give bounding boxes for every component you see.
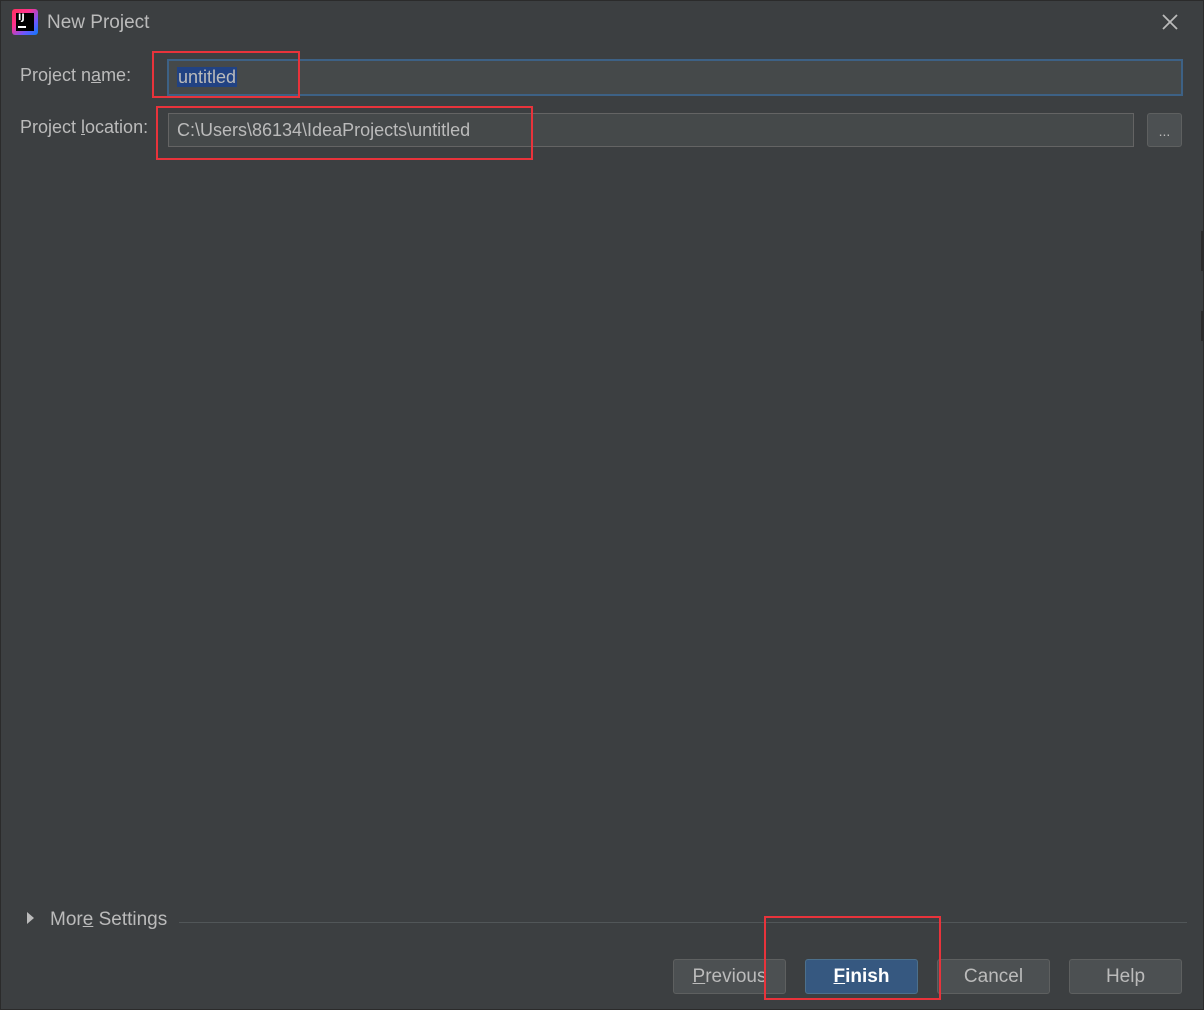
project-name-value: untitled: [177, 67, 238, 87]
finish-button[interactable]: Finish: [805, 959, 918, 994]
cancel-button[interactable]: Cancel: [937, 959, 1050, 994]
more-settings-toggle[interactable]: More Settings: [27, 909, 167, 935]
dialog-title: New Project: [47, 12, 150, 33]
app-icon-text: IJ: [18, 13, 25, 23]
title-bar: IJ New Project: [1, 1, 1203, 45]
project-location-value: C:\Users\86134\IdeaProjects\untitled: [177, 120, 471, 140]
more-settings-divider: [179, 922, 1187, 923]
help-button[interactable]: Help: [1069, 959, 1182, 994]
window-edge: [1201, 311, 1203, 341]
intellij-app-icon: IJ: [12, 9, 38, 35]
close-button[interactable]: [1159, 11, 1181, 33]
project-name-label: Project name:: [20, 65, 132, 85]
close-icon: [1162, 14, 1178, 30]
expand-triangle-icon: [27, 912, 34, 924]
project-location-label: Project location:: [20, 117, 149, 137]
new-project-dialog: IJ New Project Project name: untitled Pr…: [0, 0, 1204, 1010]
project-location-input[interactable]: C:\Users\86134\IdeaProjects\untitled: [168, 113, 1134, 147]
project-name-input[interactable]: untitled: [167, 59, 1183, 96]
previous-button[interactable]: Previous: [673, 959, 786, 994]
browse-location-button[interactable]: ...: [1147, 113, 1182, 147]
window-edge: [1201, 231, 1203, 271]
